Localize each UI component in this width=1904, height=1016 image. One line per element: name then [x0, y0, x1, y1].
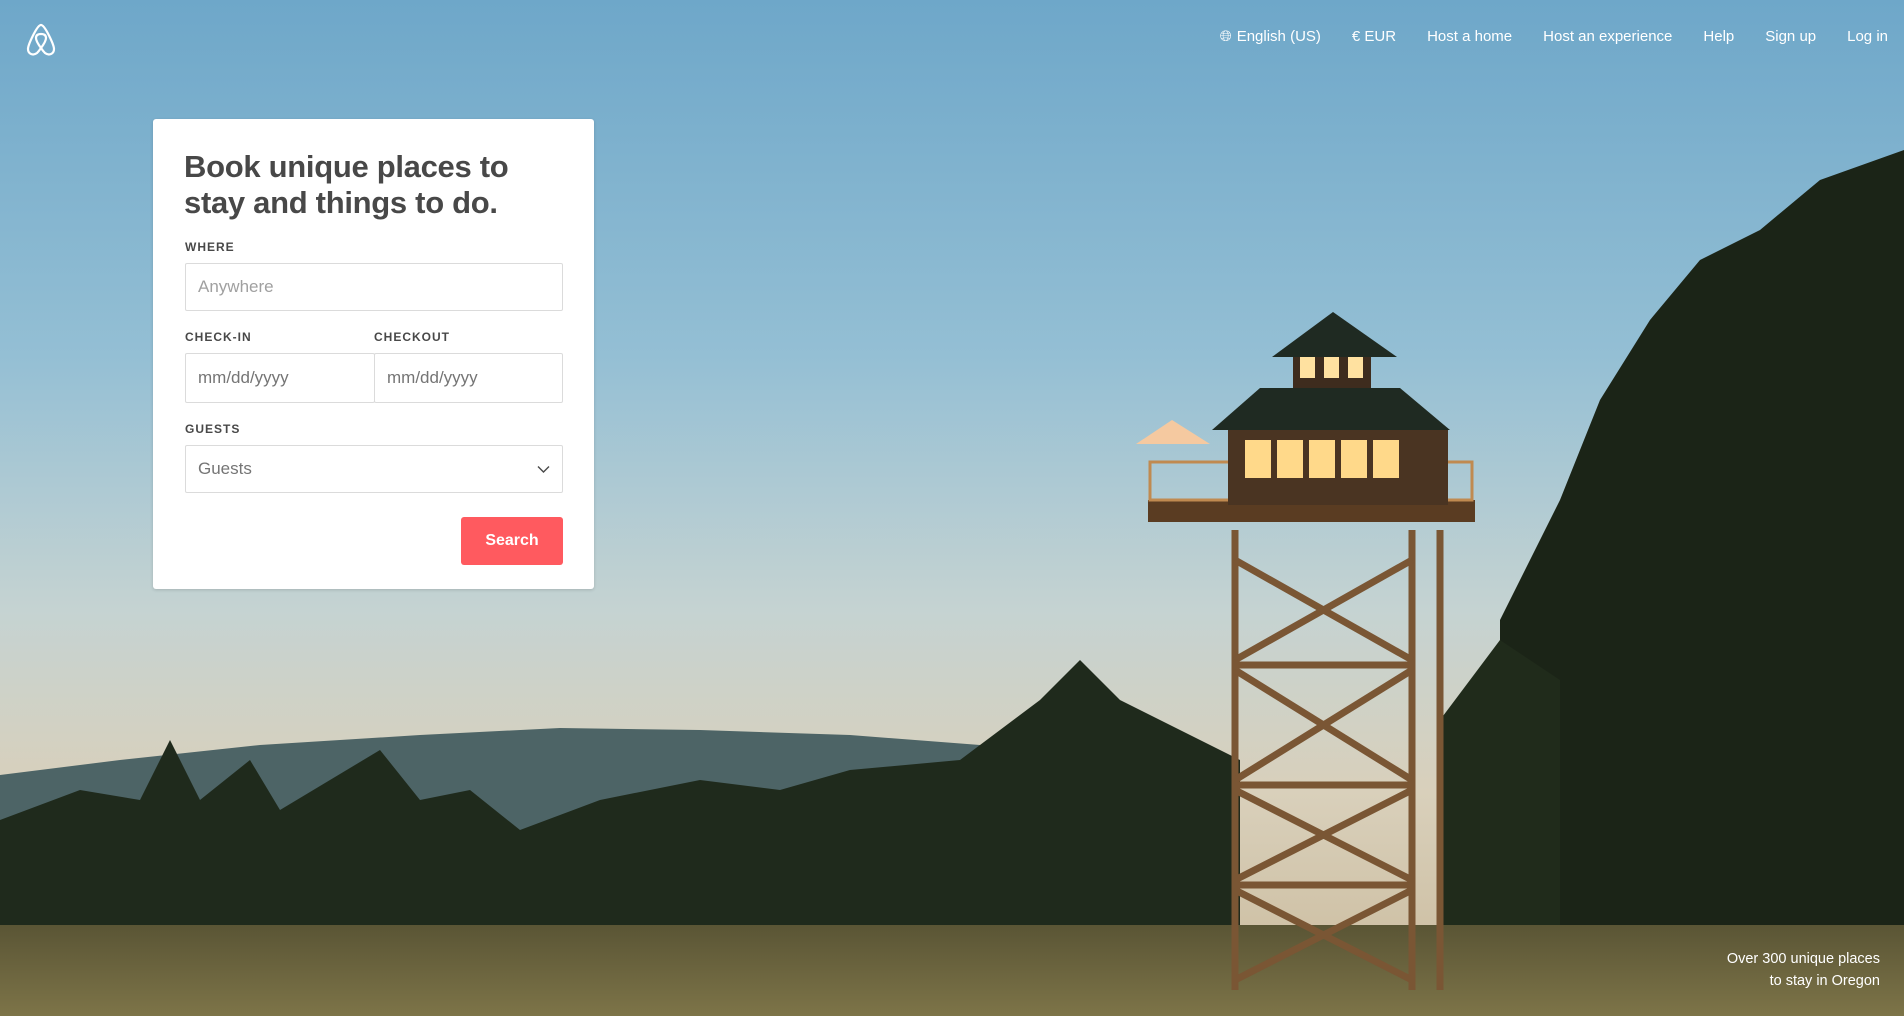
checkout-input[interactable]: mm/dd/yyyy	[374, 353, 563, 403]
caption-line-1: Over 300 unique places	[1726, 951, 1880, 967]
guests-select[interactable]: Guests	[185, 445, 563, 493]
airbnb-logo[interactable]	[25, 23, 57, 57]
guests-value: Guests	[198, 459, 252, 478]
caption-line-2: to stay in Oregon	[1769, 973, 1880, 989]
where-input[interactable]: Anywhere	[185, 263, 563, 311]
page-title: Book unique places to stay and things to…	[184, 149, 509, 220]
nav-language[interactable]: 🌐︎ English (US)	[1220, 28, 1321, 45]
top-nav: 🌐︎ English (US) € EUR Host a home Host an…	[1189, 28, 1888, 45]
photo-caption: Over 300 unique places to stay in Oregon	[1727, 948, 1880, 992]
checkin-input[interactable]: mm/dd/yyyy	[185, 353, 375, 403]
guests-label: GUESTS	[185, 422, 241, 436]
nav-host-an-experience[interactable]: Host an experience	[1543, 28, 1672, 45]
nav-host-a-home[interactable]: Host a home	[1427, 28, 1512, 45]
search-button[interactable]: Search	[461, 517, 563, 565]
checkin-label: CHECK-IN	[185, 330, 252, 344]
nav-currency[interactable]: € EUR	[1352, 28, 1396, 45]
nav-help[interactable]: Help	[1703, 28, 1734, 45]
chevron-down-icon	[537, 466, 550, 473]
globe-icon: 🌐︎	[1219, 28, 1232, 45]
nav-log-in[interactable]: Log in	[1847, 28, 1888, 45]
airbnb-logo-icon	[26, 23, 56, 56]
search-card: Book unique places to stay and things to…	[153, 119, 594, 589]
nav-sign-up[interactable]: Sign up	[1765, 28, 1816, 45]
checkout-label: CHECKOUT	[374, 330, 450, 344]
where-label: WHERE	[185, 240, 235, 254]
